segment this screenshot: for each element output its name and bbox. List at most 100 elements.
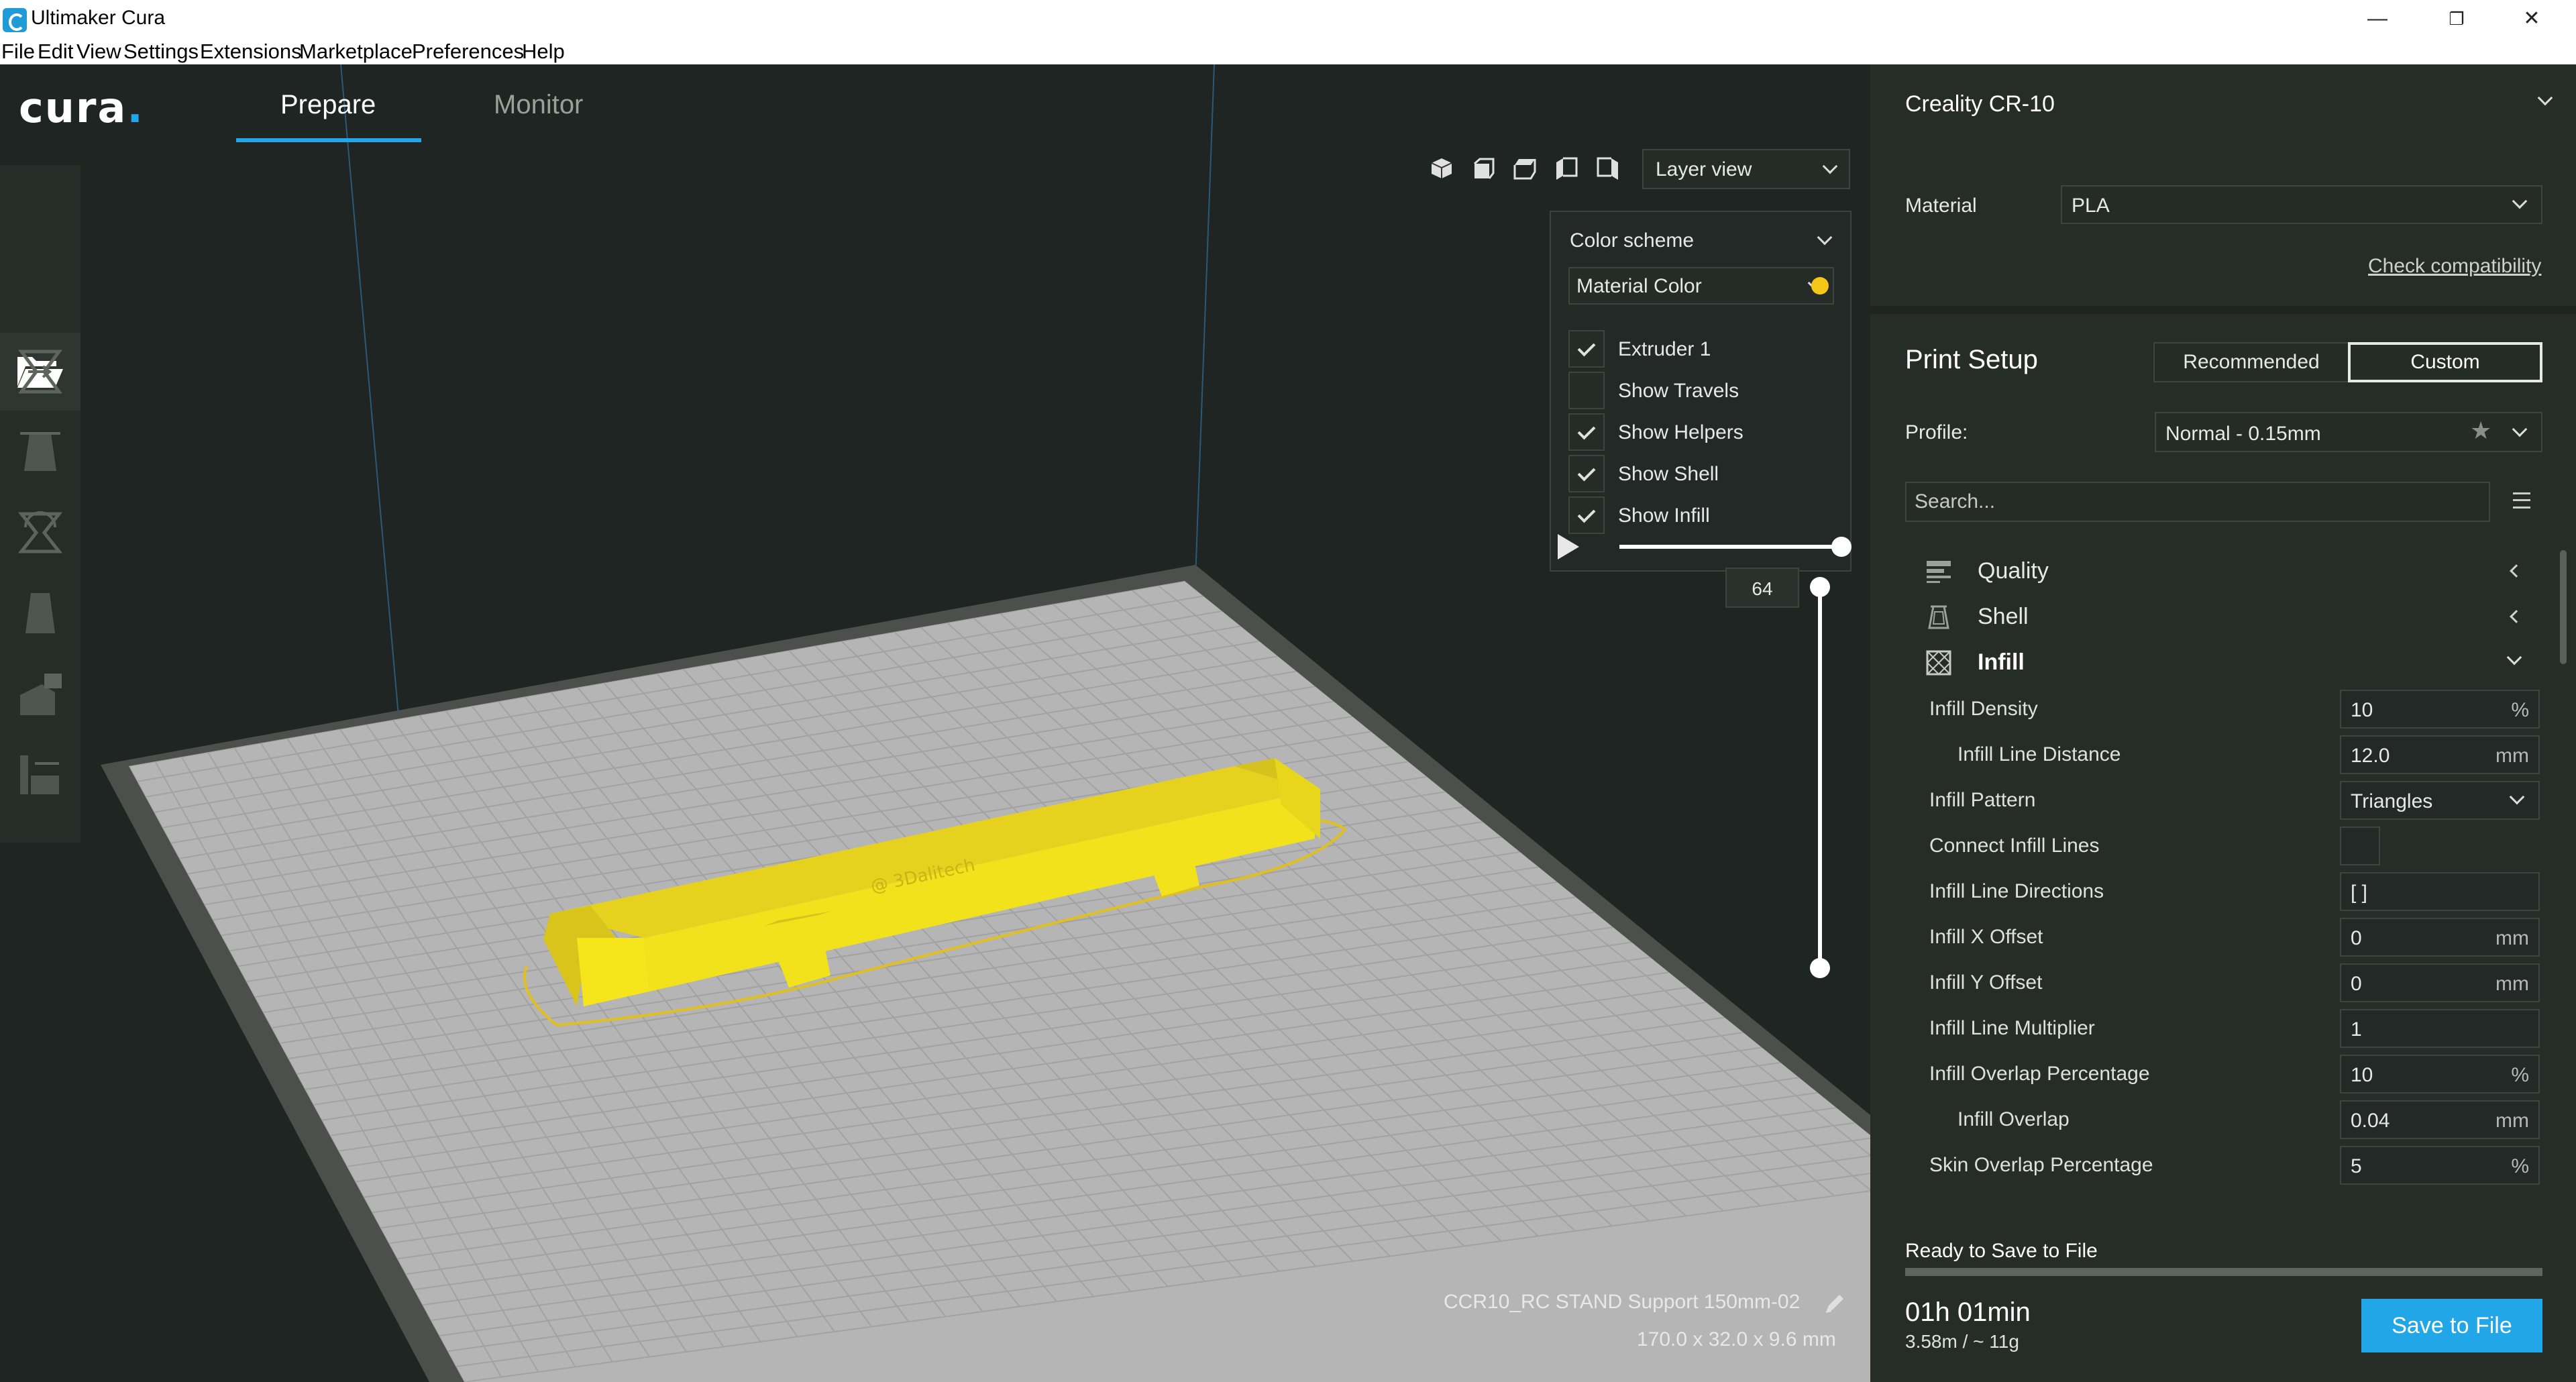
color-scheme-panel: Color scheme Material Color Extruder 1 S… xyxy=(1550,211,1851,572)
checkbox-show-infill[interactable]: Show Infill xyxy=(1568,496,1837,534)
restore-button[interactable]: ❐ xyxy=(2442,4,2471,34)
category-label: Infill xyxy=(1978,649,2025,675)
menu-marketplace[interactable]: Marketplace xyxy=(299,40,413,64)
mirror-tool-icon[interactable] xyxy=(15,588,66,639)
setting-input[interactable]: 12.0 mm xyxy=(2340,735,2540,774)
layer-top-handle[interactable] xyxy=(1810,577,1830,597)
checkbox[interactable] xyxy=(1568,372,1605,409)
setting-input[interactable]: 1 xyxy=(2340,1009,2540,1048)
checkbox-label: Show Infill xyxy=(1618,504,1710,527)
setting-infill-line-multiplier: Infill Line Multiplier 1 xyxy=(1929,1008,2540,1048)
checkbox-extruder-1[interactable]: Extruder 1 xyxy=(1568,330,1837,368)
front-view-icon[interactable] xyxy=(1470,156,1496,181)
recommended-mode-button[interactable]: Recommended xyxy=(2153,342,2349,382)
slice-progress-bar xyxy=(1905,1268,2542,1276)
per-model-settings-icon[interactable] xyxy=(15,668,66,719)
current-layer-field[interactable]: 64 xyxy=(1725,568,1799,608)
setting-input[interactable]: 0.04 mm xyxy=(2340,1100,2540,1139)
checkbox-label: Show Travels xyxy=(1618,380,1739,402)
view-mode-dropdown[interactable]: Layer view xyxy=(1642,149,1850,189)
tab-prepare[interactable]: Prepare xyxy=(280,90,376,120)
star-icon[interactable]: ★ xyxy=(2470,419,2491,443)
category-infill[interactable]: Infill xyxy=(1925,643,2529,683)
checkbox-show-helpers[interactable]: Show Helpers xyxy=(1568,413,1837,451)
chevron-down-icon xyxy=(2512,421,2528,437)
layer-progress-handle[interactable] xyxy=(1831,537,1851,557)
setting-input[interactable]: [ ] xyxy=(2340,872,2540,911)
3d-view-icon[interactable] xyxy=(1429,156,1454,181)
layer-bottom-handle[interactable] xyxy=(1810,958,1830,978)
checkbox-label: Show Helpers xyxy=(1618,421,1743,443)
layer-progress-slider[interactable] xyxy=(1619,545,1841,549)
close-button[interactable]: ✕ xyxy=(2517,4,2546,34)
setting-label: Infill Line Directions xyxy=(1929,880,2104,902)
setting-infill-overlap: Infill Overlap 0.04 mm xyxy=(1929,1099,2540,1139)
tab-monitor[interactable]: Monitor xyxy=(494,90,583,120)
custom-mode-button[interactable]: Custom xyxy=(2348,342,2542,382)
setting-label: Infill Line Multiplier xyxy=(1929,1017,2095,1039)
chevron-down-icon xyxy=(2512,193,2528,209)
setting-input[interactable]: 5% xyxy=(2340,1146,2540,1185)
setting-input[interactable]: 10% xyxy=(2340,690,2540,729)
check-icon xyxy=(1577,463,1596,482)
setting-label: Infill Line Distance xyxy=(1957,743,2121,765)
menu-settings[interactable]: Settings xyxy=(123,40,199,64)
check-icon xyxy=(1577,504,1596,523)
slice-status: Ready to Save to File xyxy=(1905,1240,2098,1262)
left-view-icon[interactable] xyxy=(1554,156,1579,181)
move-tool-icon[interactable] xyxy=(15,346,66,397)
settings-scrollbar[interactable] xyxy=(2560,550,2567,664)
right-view-icon[interactable] xyxy=(1595,156,1621,181)
material-dropdown[interactable]: PLA xyxy=(2061,185,2542,224)
checkbox-show-travels[interactable]: Show Travels xyxy=(1568,372,1837,409)
setting-skin-overlap-percentage: Skin Overlap Percentage 5% xyxy=(1929,1145,2540,1185)
category-quality[interactable]: Quality xyxy=(1925,551,2529,592)
scale-tool-icon[interactable] xyxy=(15,427,66,478)
infill-pattern-dropdown[interactable]: Triangles xyxy=(2340,781,2540,820)
category-shell[interactable]: Shell xyxy=(1925,597,2529,637)
color-scheme-dropdown[interactable]: Material Color xyxy=(1568,267,1834,305)
checkbox[interactable] xyxy=(1568,455,1605,492)
settings-search-input[interactable] xyxy=(1905,482,2490,522)
output-section xyxy=(1870,1210,2576,1382)
window-title: Ultimaker Cura xyxy=(31,7,166,29)
layer-range-slider[interactable] xyxy=(1818,588,1822,967)
material-label: Material xyxy=(1905,195,1977,217)
setting-infill-x-offset: Infill X Offset 0 mm xyxy=(1929,916,2540,957)
checkbox[interactable] xyxy=(1568,413,1605,451)
setting-input[interactable]: 0 mm xyxy=(2340,963,2540,1002)
check-compatibility-link[interactable]: Check compatibility xyxy=(2368,255,2541,278)
support-blocker-icon[interactable] xyxy=(15,749,66,800)
menu-help[interactable]: Help xyxy=(522,40,565,64)
shell-icon xyxy=(1928,605,1949,629)
pencil-icon[interactable] xyxy=(1823,1291,1847,1315)
menu-extensions[interactable]: Extensions xyxy=(200,40,302,64)
checkbox-show-shell[interactable]: Show Shell xyxy=(1568,455,1837,492)
minimize-button[interactable]: — xyxy=(2363,4,2392,34)
material-value: PLA xyxy=(2072,195,2110,217)
setting-label: Infill Pattern xyxy=(1929,789,2036,811)
setting-input[interactable]: 0 mm xyxy=(2340,918,2540,957)
printer-selector[interactable]: Creality CR-10 xyxy=(1870,64,2576,138)
3d-viewport[interactable]: @ 3Dalitech cura. Prepare Monitor Layer … xyxy=(0,64,1870,1382)
rotate-tool-icon[interactable] xyxy=(15,507,66,558)
chevron-down-icon[interactable] xyxy=(1817,229,1833,246)
settings-visibility-menu-icon[interactable] xyxy=(2513,492,2530,509)
play-icon[interactable] xyxy=(1558,534,1579,560)
top-view-icon[interactable] xyxy=(1512,156,1538,181)
menu-edit[interactable]: Edit xyxy=(38,40,73,64)
menu-view[interactable]: View xyxy=(76,40,121,64)
checkbox[interactable] xyxy=(1568,330,1605,368)
setting-input[interactable]: 10% xyxy=(2340,1055,2540,1094)
cura-logo: cura. xyxy=(19,83,144,132)
save-to-file-button[interactable]: Save to File xyxy=(2361,1299,2542,1352)
checkbox[interactable] xyxy=(1568,496,1605,534)
menu-file[interactable]: File xyxy=(1,40,35,64)
setting-label: Infill Y Offset xyxy=(1929,971,2043,994)
menu-bar: File Edit View Settings Extensions Marke… xyxy=(0,39,2576,64)
menu-preferences[interactable]: Preferences xyxy=(412,40,524,64)
setting-checkbox[interactable] xyxy=(2340,827,2380,865)
infill-icon xyxy=(1926,650,1951,676)
title-bar: Ultimaker Cura — ❐ ✕ xyxy=(0,0,2576,39)
extruder-color-swatch xyxy=(1811,277,1829,295)
